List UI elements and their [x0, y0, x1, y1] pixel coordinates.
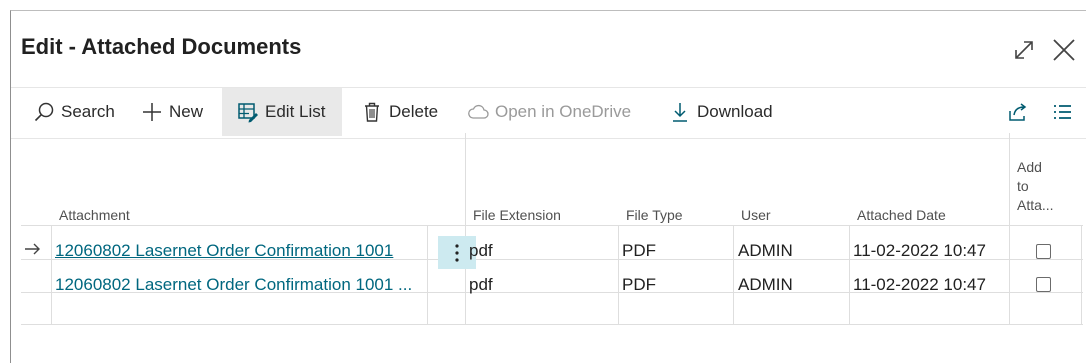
search-button[interactable]: Search	[33, 88, 115, 136]
share-icon[interactable]	[1007, 88, 1029, 136]
close-icon[interactable]	[1051, 37, 1077, 63]
download-label: Download	[697, 102, 773, 121]
row-2-file-type[interactable]: PDF	[622, 275, 656, 295]
delete-label: Delete	[389, 102, 439, 121]
cloud-icon	[467, 101, 489, 123]
plus-icon	[141, 101, 163, 123]
vertical-ellipsis-icon	[455, 243, 459, 262]
open-in-onedrive-button[interactable]: Open in OneDrive	[467, 88, 631, 136]
action-bar: Search New Edit List Delete Open in OneD…	[11, 87, 1086, 139]
row-1-user[interactable]: ADMIN	[738, 241, 793, 261]
search-icon	[33, 101, 55, 123]
list-view-icon[interactable]	[1051, 88, 1073, 136]
row-2-file-extension[interactable]: pdf	[469, 275, 493, 295]
row-2-user[interactable]: ADMIN	[738, 275, 793, 295]
row-1-attached-date[interactable]: 11-02-2022 10:47	[853, 241, 986, 261]
trash-icon	[361, 101, 383, 123]
dialog-title: Edit - Attached Documents	[21, 34, 302, 59]
column-header-user[interactable]: User	[741, 206, 771, 225]
new-label: New	[169, 102, 204, 121]
edit-list-icon	[237, 101, 259, 123]
edit-list-button[interactable]: Edit List	[222, 88, 342, 136]
edit-list-label: Edit List	[265, 102, 326, 121]
download-icon	[669, 101, 691, 123]
row-2-attached-date[interactable]: 11-02-2022 10:47	[853, 275, 986, 295]
row-1-file-type[interactable]: PDF	[622, 241, 656, 261]
attached-documents-table: Attachment File Extension File Type User…	[21, 133, 1083, 325]
current-row-arrow-icon	[23, 239, 43, 259]
search-label: Search	[61, 102, 115, 121]
column-header-file-extension[interactable]: File Extension	[473, 206, 561, 225]
row-2-attachment-link[interactable]: 12060802 Lasernet Order Confirmation 100…	[55, 275, 412, 295]
row-1-file-extension[interactable]: pdf	[469, 241, 493, 261]
attached-documents-dialog: Edit - Attached Documents Search New Edi…	[10, 10, 1086, 363]
row-1-attachment-link[interactable]: 12060802 Lasernet Order Confirmation 100…	[55, 241, 393, 261]
open-in-onedrive-label: Open in OneDrive	[495, 102, 632, 121]
column-header-file-type[interactable]: File Type	[626, 206, 683, 225]
delete-button[interactable]: Delete	[361, 88, 438, 136]
expand-icon[interactable]	[1011, 37, 1037, 63]
download-button[interactable]: Download	[669, 88, 773, 136]
row-1-add-to-checkbox[interactable]	[1036, 244, 1051, 259]
new-button[interactable]: New	[141, 88, 203, 136]
column-header-attached-date[interactable]: Attached Date	[857, 206, 946, 225]
column-header-attachment[interactable]: Attachment	[59, 206, 130, 225]
row-2-add-to-checkbox[interactable]	[1036, 277, 1051, 292]
